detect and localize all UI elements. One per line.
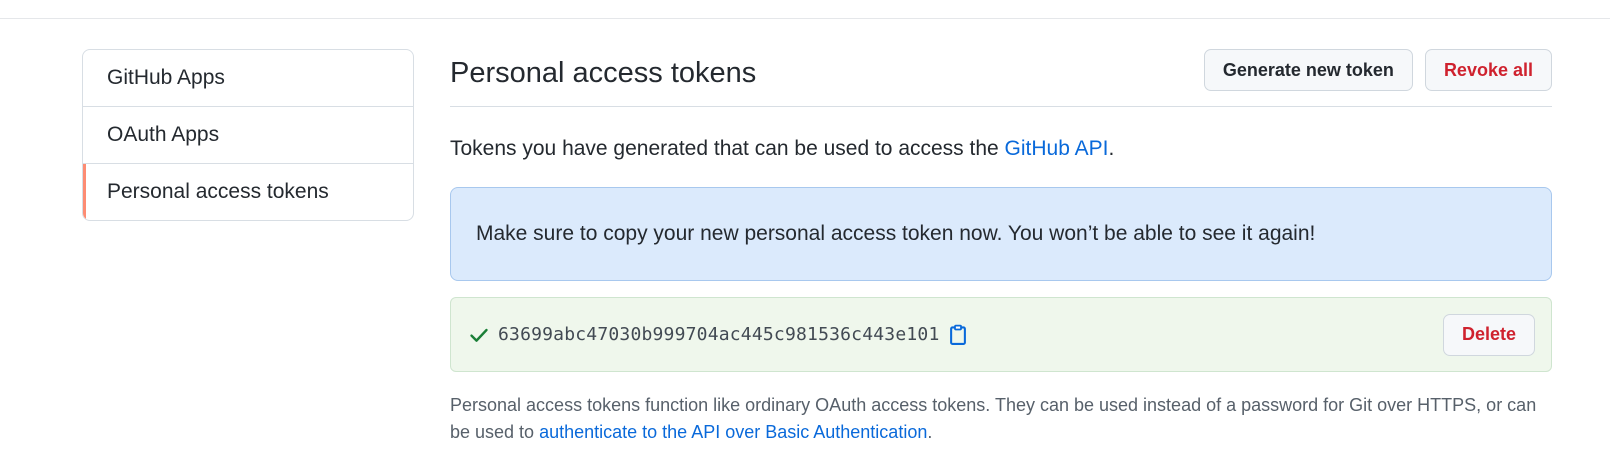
page-header: Personal access tokens Generate new toke… [450,49,1552,107]
token-value: 63699abc47030b999704ac445c981536c443e101 [498,324,940,345]
flash-message: Make sure to copy your new personal acce… [476,222,1316,245]
footnote-suffix: . [927,422,933,442]
intro-text: Tokens you have generated that can be us… [450,136,1552,162]
header-actions: Generate new token Revoke all [1203,49,1552,91]
sidebar-item-label: Personal access tokens [107,180,329,203]
sidebar-item-label: GitHub Apps [107,66,225,89]
sidebar-item-oauth-apps[interactable]: OAuth Apps [83,107,413,164]
delete-token-button[interactable]: Delete [1442,313,1535,356]
basic-auth-link[interactable]: authenticate to the API over Basic Authe… [539,422,927,442]
sidebar-item-personal-access-tokens[interactable]: Personal access tokens [83,164,413,220]
page-title: Personal access tokens [450,57,757,89]
check-icon [469,325,489,345]
revoke-all-button[interactable]: Revoke all [1424,49,1552,91]
generate-new-token-button[interactable]: Generate new token [1203,49,1413,91]
github-api-link[interactable]: GitHub API [1005,137,1109,160]
settings-sidebar: GitHub Apps OAuth Apps Personal access t… [82,49,414,221]
intro-text-body: Tokens you have generated that can be us… [450,137,1005,160]
clipboard-icon[interactable] [947,324,969,346]
sidebar-item-label: OAuth Apps [107,123,220,146]
new-token-row: 63699abc47030b999704ac445c981536c443e101… [450,297,1552,372]
token-footnote: Personal access tokens function like ord… [450,392,1540,446]
sidebar-item-github-apps[interactable]: GitHub Apps [83,50,413,107]
intro-text-suffix: . [1108,137,1115,160]
copy-token-flash: Make sure to copy your new personal acce… [450,187,1552,281]
main-content: Personal access tokens Generate new toke… [450,49,1552,446]
top-divider [0,18,1610,19]
